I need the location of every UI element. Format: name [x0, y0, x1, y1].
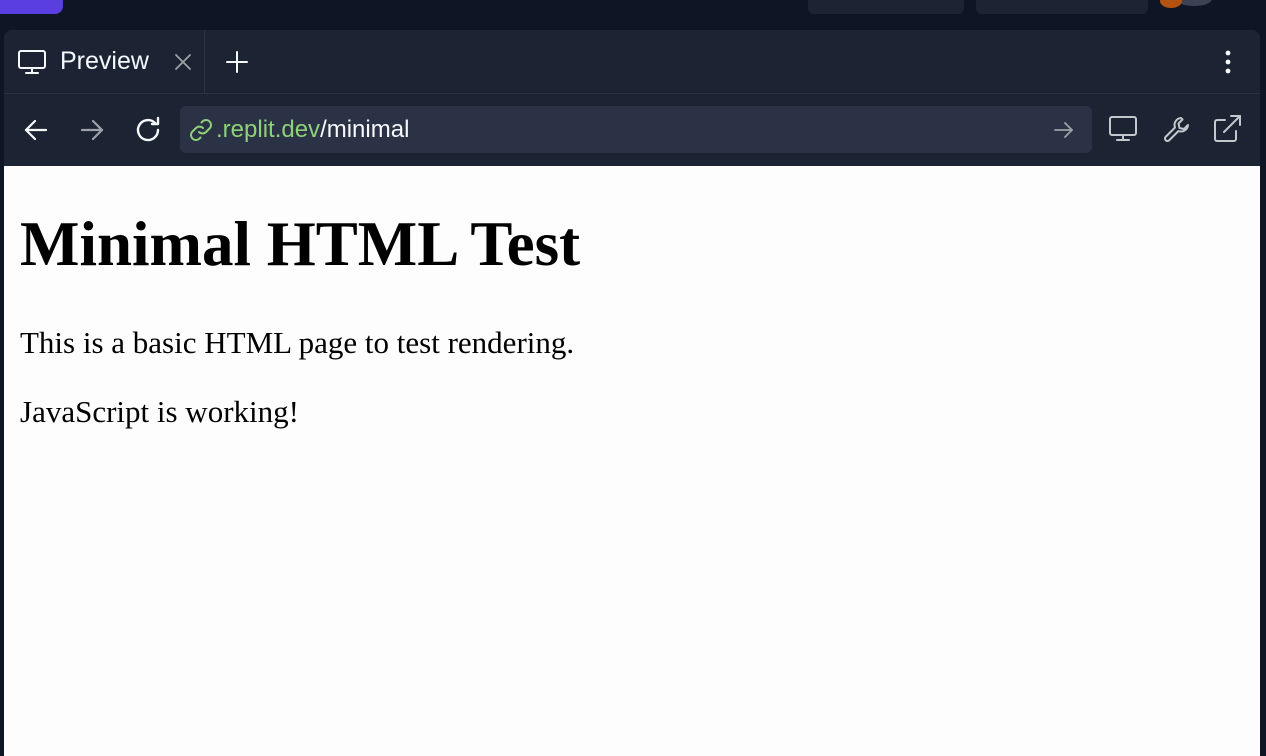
tab-label: Preview: [60, 47, 149, 75]
avatar-badge: [1160, 0, 1182, 8]
wrench-icon[interactable]: [1160, 112, 1194, 146]
plus-icon[interactable]: [224, 49, 250, 75]
external-link-icon[interactable]: [1210, 112, 1244, 146]
go-arrow-icon[interactable]: [1052, 118, 1076, 142]
device-icon[interactable]: [1106, 112, 1140, 146]
preview-pane: Preview .replit.dev/minimal Minimal HTML…: [4, 30, 1260, 756]
link-icon: [190, 119, 212, 141]
url-path: /minimal: [320, 116, 410, 143]
page-viewport: Minimal HTML Test This is a basic HTML p…: [4, 166, 1260, 756]
workspace-top-bar: [0, 0, 1266, 30]
reload-icon[interactable]: [132, 114, 164, 146]
tab-bar: Preview: [4, 30, 1260, 94]
url-domain: .replit.dev: [216, 116, 321, 143]
browser-nav-bar: .replit.dev/minimal: [4, 94, 1260, 166]
js-status-paragraph: JavaScript is working!: [20, 394, 299, 429]
top-toolbar-button[interactable]: [976, 0, 1148, 14]
body-paragraph: This is a basic HTML page to test render…: [20, 325, 575, 360]
tab-preview[interactable]: Preview: [4, 30, 205, 93]
page-title: Minimal HTML Test: [20, 209, 581, 279]
top-toolbar-button[interactable]: [808, 0, 964, 14]
top-accent-button[interactable]: [0, 0, 63, 14]
arrow-right-icon[interactable]: [76, 114, 108, 146]
arrow-left-icon[interactable]: [20, 114, 52, 146]
close-icon[interactable]: [171, 50, 195, 74]
url-bar[interactable]: .replit.dev/minimal: [180, 106, 1092, 153]
kebab-menu-icon[interactable]: [1216, 48, 1240, 76]
url-text[interactable]: .replit.dev/minimal: [216, 115, 409, 145]
monitor-icon: [18, 50, 46, 74]
